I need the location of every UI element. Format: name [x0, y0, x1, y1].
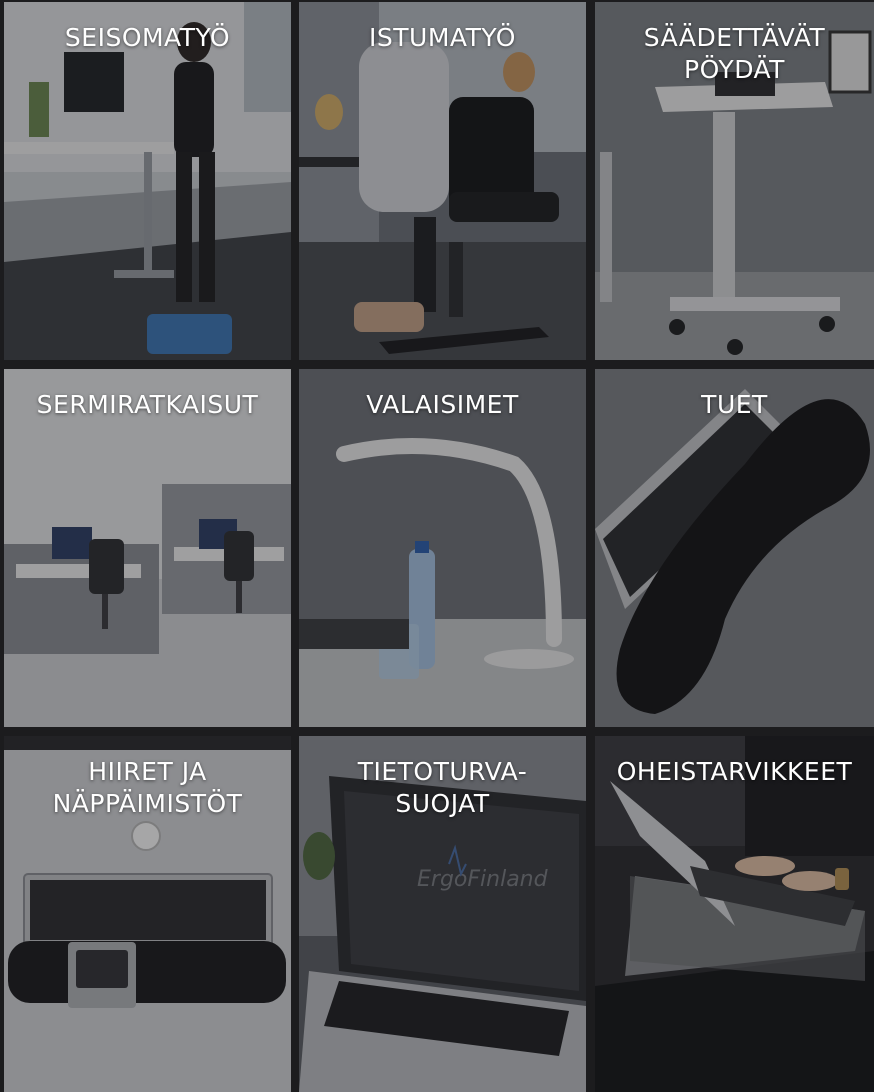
tile-overlay: [299, 369, 586, 727]
tile-overlay: [4, 736, 291, 1092]
category-grid: SEISOMATYÖ ISTUMATYÖ SÄÄDETTÄVÄT PÖYDÄT …: [0, 0, 874, 1092]
category-tile-sermiratkaisut[interactable]: SERMIRATKAISUT: [4, 369, 291, 727]
tile-overlay: [299, 2, 586, 360]
tile-overlay: [595, 2, 874, 360]
tile-overlay: [4, 2, 291, 360]
tile-overlay: [299, 736, 586, 1092]
tile-overlay: [4, 369, 291, 727]
category-tile-oheistarvikkeet[interactable]: OHEISTARVIKKEET: [595, 736, 874, 1092]
category-tile-saadettavat-poydat[interactable]: SÄÄDETTÄVÄT PÖYDÄT: [595, 2, 874, 360]
category-tile-valaisimet[interactable]: VALAISIMET: [299, 369, 586, 727]
category-tile-tietoturva-suojat[interactable]: ErgoFinland TIETOTURVA- SUOJAT: [299, 736, 586, 1092]
tile-overlay: [595, 736, 874, 1092]
tile-overlay: [595, 369, 874, 727]
category-tile-tuet[interactable]: TUET: [595, 369, 874, 727]
category-tile-istumatyo[interactable]: ISTUMATYÖ: [299, 2, 586, 360]
category-tile-hiiret-ja-nappaimistot[interactable]: HIIRET JA NÄPPÄIMISTÖT: [4, 736, 291, 1092]
category-tile-seisomatyo[interactable]: SEISOMATYÖ: [4, 2, 291, 360]
